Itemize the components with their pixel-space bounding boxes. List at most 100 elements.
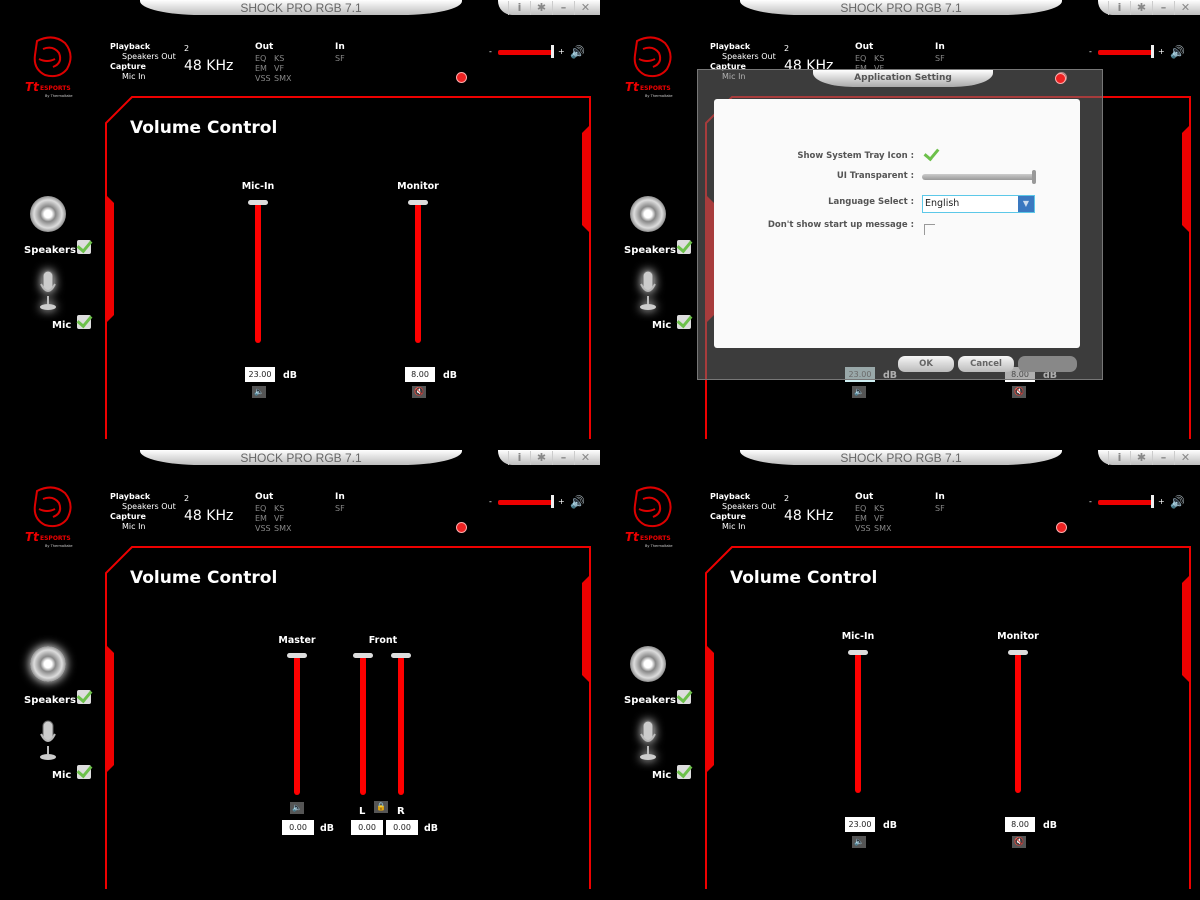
in-effect-sf[interactable]: SF — [335, 54, 345, 64]
monitor-value-input[interactable]: 8.00 — [405, 367, 435, 382]
ok-button[interactable]: OK — [898, 356, 954, 372]
dropdown-arrow-icon[interactable]: ▼ — [1018, 196, 1034, 212]
mic-enabled-checkbox[interactable] — [677, 315, 691, 329]
out-effect-smx[interactable]: SMX — [874, 524, 891, 534]
title-bar[interactable]: SHOCK PRO RGB 7.1 — [740, 450, 1062, 465]
out-effect-vf[interactable]: VF — [274, 514, 284, 524]
settings-button[interactable]: ✱ — [530, 1, 552, 15]
out-effect-vss[interactable]: VSS — [255, 74, 271, 84]
monitor-slider-track[interactable] — [1015, 653, 1021, 793]
close-button[interactable]: ✕ — [1174, 1, 1196, 15]
out-effect-em[interactable]: EM — [255, 64, 267, 74]
speakers-label[interactable]: Speakers — [624, 245, 676, 256]
monitor-slider-knob[interactable] — [408, 200, 428, 205]
playback-device[interactable]: Speakers Out — [122, 52, 176, 62]
speaker-volume-icon[interactable]: 🔊 — [570, 495, 585, 509]
out-effect-vss[interactable]: VSS — [855, 524, 871, 534]
mic-icon[interactable] — [38, 270, 58, 312]
master-slider-knob[interactable] — [287, 653, 307, 658]
settings-button[interactable]: ✱ — [1130, 451, 1152, 465]
close-button[interactable]: ✕ — [1174, 451, 1196, 465]
front-right-value-input[interactable]: 0.00 — [386, 820, 418, 835]
mic-in-mute-icon[interactable]: 🔈 — [252, 386, 266, 398]
master-volume-slider[interactable] — [498, 50, 554, 55]
master-volume-knob[interactable] — [1151, 495, 1154, 508]
speakers-icon[interactable] — [30, 646, 66, 682]
in-effect-sf[interactable]: SF — [335, 504, 345, 514]
mic-label[interactable]: Mic — [652, 770, 671, 781]
speaker-volume-icon[interactable]: 🔊 — [570, 45, 585, 59]
red-status-icon[interactable] — [1056, 522, 1067, 533]
show-tray-checkbox[interactable] — [924, 148, 938, 162]
mic-enabled-checkbox[interactable] — [77, 765, 91, 779]
out-effect-vf[interactable]: VF — [874, 514, 884, 524]
minimize-button[interactable]: – — [552, 1, 574, 15]
front-left-slider-knob[interactable] — [353, 653, 373, 658]
speakers-label[interactable]: Speakers — [624, 695, 676, 706]
close-button[interactable]: ✕ — [574, 1, 596, 15]
out-effect-ks[interactable]: KS — [874, 504, 884, 514]
title-bar[interactable]: SHOCK PRO RGB 7.1 — [140, 450, 462, 465]
cancel-button[interactable]: Cancel — [958, 356, 1014, 372]
speakers-icon[interactable] — [30, 196, 66, 232]
speaker-volume-icon[interactable]: 🔊 — [1170, 495, 1185, 509]
close-button[interactable]: ✕ — [574, 451, 596, 465]
master-slider-track[interactable] — [294, 656, 300, 795]
in-effect-sf[interactable]: SF — [935, 504, 945, 514]
speakers-icon[interactable] — [630, 646, 666, 682]
settings-button[interactable]: ✱ — [1130, 1, 1152, 15]
monitor-slider-track[interactable] — [415, 203, 421, 343]
mic-in-slider-knob[interactable] — [848, 650, 868, 655]
out-effect-vf[interactable]: VF — [274, 64, 284, 74]
dialog-close-icon[interactable] — [1055, 73, 1066, 84]
speakers-enabled-checkbox[interactable] — [77, 240, 91, 254]
front-left-value-input[interactable]: 0.00 — [351, 820, 383, 835]
speaker-volume-icon[interactable]: 🔊 — [1170, 45, 1185, 59]
mic-in-slider-track[interactable] — [255, 203, 261, 343]
out-effect-smx[interactable]: SMX — [274, 74, 291, 84]
out-effect-eq[interactable]: EQ — [855, 504, 866, 514]
title-bar[interactable]: SHOCK PRO RGB 7.1 — [140, 0, 462, 15]
speakers-enabled-checkbox[interactable] — [677, 240, 691, 254]
capture-device[interactable]: Mic In — [722, 522, 746, 532]
playback-device[interactable]: Speakers Out — [722, 502, 776, 512]
out-effect-eq[interactable]: EQ — [855, 54, 866, 64]
master-volume-knob[interactable] — [1151, 45, 1154, 58]
ui-transparent-slider[interactable] — [922, 174, 1036, 180]
mic-in-value-input[interactable]: 23.00 — [845, 817, 875, 832]
speakers-enabled-checkbox[interactable] — [77, 690, 91, 704]
ui-transparent-knob[interactable] — [1032, 170, 1036, 184]
info-button[interactable]: i — [508, 1, 530, 15]
minimize-button[interactable]: – — [1152, 1, 1174, 15]
master-value-input[interactable]: 0.00 — [282, 820, 314, 835]
master-volume-slider[interactable] — [1098, 50, 1154, 55]
mic-in-mute-icon[interactable]: 🔈 — [852, 386, 866, 398]
front-right-slider-track[interactable] — [398, 656, 404, 795]
settings-button[interactable]: ✱ — [530, 451, 552, 465]
monitor-value-input[interactable]: 8.00 — [1005, 817, 1035, 832]
info-button[interactable]: i — [508, 451, 530, 465]
channel-lock-icon[interactable]: 🔒 — [374, 801, 388, 813]
master-volume-slider[interactable] — [1098, 500, 1154, 505]
monitor-muted-icon[interactable]: 🔇 — [1012, 386, 1026, 398]
mic-enabled-checkbox[interactable] — [77, 315, 91, 329]
mic-in-slider-knob[interactable] — [248, 200, 268, 205]
mic-label[interactable]: Mic — [52, 320, 71, 331]
info-button[interactable]: i — [1108, 1, 1130, 15]
info-button[interactable]: i — [1108, 451, 1130, 465]
master-volume-knob[interactable] — [551, 45, 554, 58]
capture-device[interactable]: Mic In — [122, 522, 146, 532]
minimize-button[interactable]: – — [1152, 451, 1174, 465]
mic-in-mute-icon[interactable]: 🔈 — [852, 836, 866, 848]
out-effect-em[interactable]: EM — [255, 514, 267, 524]
front-right-slider-knob[interactable] — [391, 653, 411, 658]
speakers-label[interactable]: Speakers — [24, 695, 76, 706]
speakers-label[interactable]: Speakers — [24, 245, 76, 256]
master-volume-slider[interactable] — [498, 500, 554, 505]
red-status-icon[interactable] — [456, 522, 467, 533]
playback-device[interactable]: Speakers Out — [722, 52, 776, 62]
minimize-button[interactable]: – — [552, 451, 574, 465]
title-bar[interactable]: SHOCK PRO RGB 7.1 — [740, 0, 1062, 15]
red-status-icon[interactable] — [456, 72, 467, 83]
mic-icon[interactable] — [638, 720, 658, 762]
